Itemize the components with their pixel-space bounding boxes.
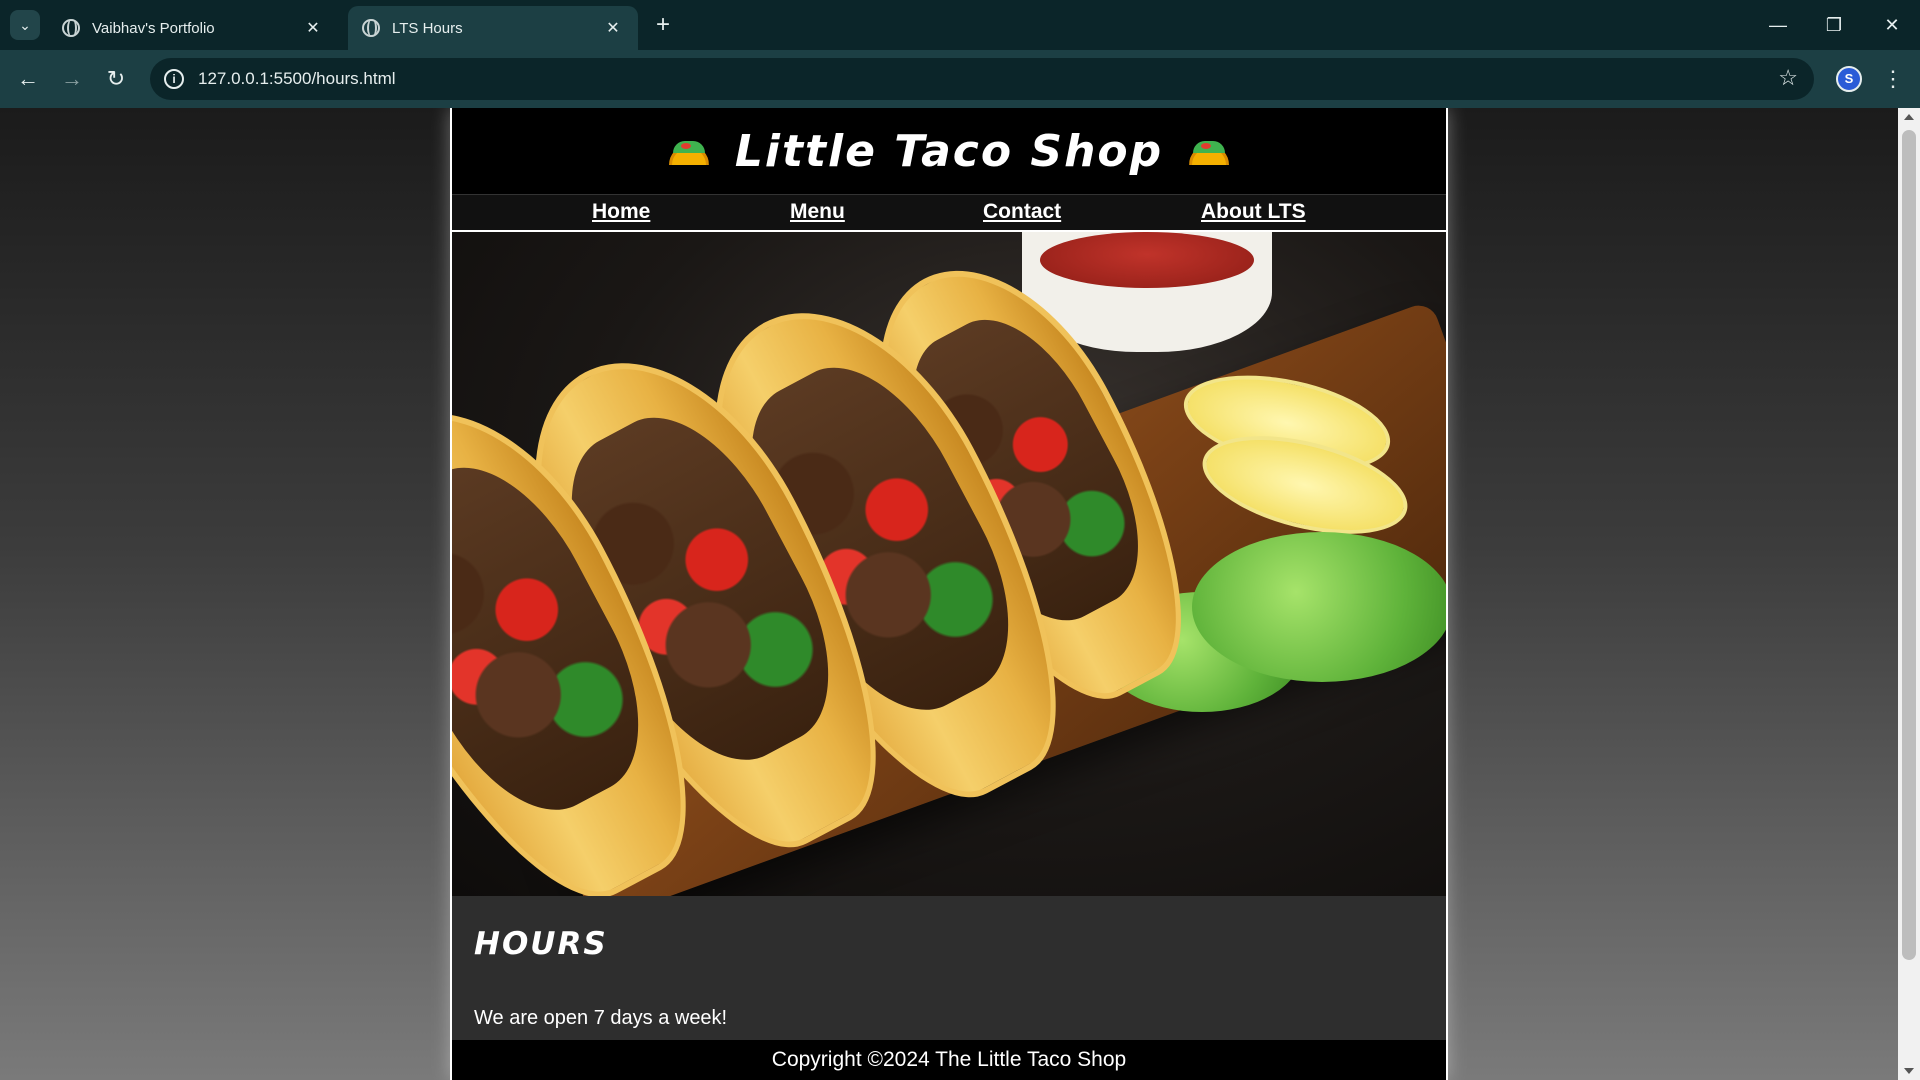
reload-icon: ↻ xyxy=(106,66,126,91)
close-icon[interactable]: ✕ xyxy=(602,17,624,39)
restore-icon: ❐ xyxy=(1825,14,1843,35)
scroll-down-arrow[interactable] xyxy=(1904,1068,1914,1074)
lettuce xyxy=(1192,532,1446,682)
new-tab-button[interactable]: + xyxy=(650,12,676,38)
globe-icon xyxy=(62,19,80,37)
arrow-left-icon: ← xyxy=(17,66,39,91)
reload-button[interactable]: ↻ xyxy=(100,63,132,95)
extension-icon[interactable]: S xyxy=(1836,66,1862,92)
hours-heading: HOURS xyxy=(474,926,608,962)
hours-text: We are open 7 days a week! xyxy=(474,1007,728,1029)
tab-title: Vaibhav's Portfolio xyxy=(92,19,215,37)
info-icon[interactable]: i xyxy=(164,69,184,89)
page-viewport: Little Taco Shop Home Menu Contact About… xyxy=(0,108,1898,1080)
kebab-menu-icon[interactable]: ⋮ xyxy=(1880,63,1906,95)
close-window-button[interactable]: ✕ xyxy=(1864,0,1920,50)
nav-link-home[interactable]: Home xyxy=(592,200,650,224)
site-header: Little Taco Shop xyxy=(452,108,1446,194)
hero-image-tacos xyxy=(452,232,1446,896)
nav-link-about-lts[interactable]: About LTS xyxy=(1201,200,1306,224)
taco-icon xyxy=(1187,141,1231,171)
page-scrollbar[interactable] xyxy=(1898,108,1920,1080)
address-bar[interactable]: i 127.0.0.1:5500/hours.html ☆ xyxy=(150,58,1814,100)
minimize-icon: — xyxy=(1769,14,1787,35)
nav-link-contact[interactable]: Contact xyxy=(983,200,1061,224)
site-footer: Copyright ©2024 The Little Taco Shop xyxy=(452,1040,1446,1080)
close-icon: ✕ xyxy=(1884,14,1900,35)
minimize-button[interactable]: — xyxy=(1750,0,1806,50)
close-icon[interactable]: ✕ xyxy=(302,17,324,39)
restore-button[interactable]: ❐ xyxy=(1806,0,1862,50)
url-text[interactable]: 127.0.0.1:5500/hours.html xyxy=(198,69,396,89)
hours-section: HOURS We are open 7 days a week! xyxy=(452,896,1446,1036)
site-container: Little Taco Shop Home Menu Contact About… xyxy=(450,108,1448,1080)
taco-icon xyxy=(667,141,711,171)
tab-title: LTS Hours xyxy=(392,19,463,37)
chevron-down-icon: ⌄ xyxy=(19,16,31,33)
site-title: Little Taco Shop xyxy=(734,125,1164,177)
globe-icon xyxy=(362,19,380,37)
salsa xyxy=(1040,232,1254,288)
back-button[interactable]: ← xyxy=(12,63,44,95)
arrow-right-icon: → xyxy=(61,66,83,91)
tab-lts-hours[interactable]: LTS Hours ✕ xyxy=(348,6,638,50)
tab-vaibhavs-portfolio[interactable]: Vaibhav's Portfolio ✕ xyxy=(48,6,338,50)
site-nav: Home Menu Contact About LTS xyxy=(452,194,1446,232)
scroll-up-arrow[interactable] xyxy=(1904,114,1914,120)
browser-toolbar: ← → ↻ i 127.0.0.1:5500/hours.html ☆ S ⋮ xyxy=(0,50,1920,108)
plus-icon: + xyxy=(655,11,670,38)
nav-link-menu[interactable]: Menu xyxy=(790,200,845,224)
browser-tab-bar: ⌄ Vaibhav's Portfolio ✕ LTS Hours ✕ + — … xyxy=(0,0,1920,50)
star-icon[interactable]: ☆ xyxy=(1778,65,1798,91)
tab-search-button[interactable]: ⌄ xyxy=(10,10,40,40)
forward-button[interactable]: → xyxy=(56,63,88,95)
scroll-thumb[interactable] xyxy=(1902,130,1916,960)
